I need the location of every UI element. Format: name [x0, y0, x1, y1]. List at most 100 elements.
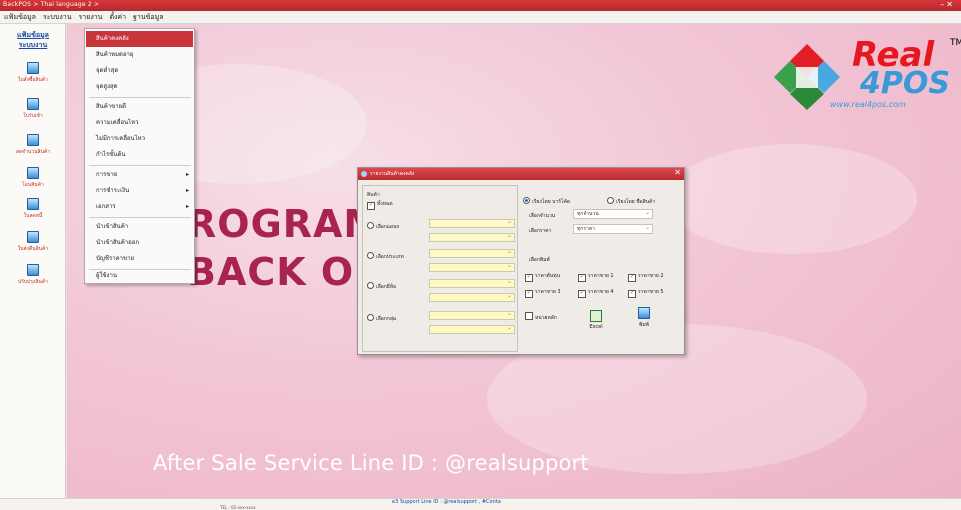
- checkbox-price-1[interactable]: ราคาขาย 1: [578, 272, 614, 282]
- close-icon[interactable]: ✕: [674, 168, 681, 177]
- radio-brand[interactable]: เลือกยี่ห้อ: [367, 282, 396, 291]
- menu-item-no-movement[interactable]: ไม่มีการเคลื่อนไหว: [86, 131, 193, 147]
- menu-item-label: สินค้าคงคลัง: [96, 35, 129, 42]
- menu-report[interactable]: รายงาน: [79, 12, 103, 23]
- radio-label: เรียงโดย บาร์โค้ด: [532, 199, 571, 205]
- adjust-icon: [27, 264, 39, 276]
- product-filter-group: สินค้า ทั้งหมด เลือกแผนก เลือกประเภท เลื…: [362, 185, 518, 352]
- sidebar-item-adjust[interactable]: ปรับปรุงสินค้า: [4, 264, 62, 292]
- quantity-value: ทุกจำนวน: [577, 211, 599, 217]
- sidebar-item-receive[interactable]: ใบรับเข้า: [4, 98, 62, 126]
- status-support-line: e3 Support Line ID : @realsupport , #Con…: [392, 499, 501, 505]
- department-to-select[interactable]: [429, 232, 515, 242]
- menu-item-users[interactable]: ผู้ใช้งาน: [86, 268, 193, 284]
- menu-item-min-point[interactable]: จุดต่ำสุด: [86, 63, 193, 79]
- print-button[interactable]: พิมพ์: [631, 307, 657, 333]
- checkbox-price-5[interactable]: ราคาขาย 5: [628, 288, 664, 298]
- sidebar-header[interactable]: แฟ้มข้อมูล ระบบงาน: [6, 30, 60, 50]
- checkbox-label: ราคาขาย 3: [535, 289, 561, 295]
- menu-item-best-seller[interactable]: สินค้าขายดี: [86, 99, 193, 115]
- checkbox-price-2[interactable]: ราคาขาย 2: [628, 272, 664, 282]
- menu-item-label: จุดสูงสุด: [96, 83, 118, 90]
- excel-button[interactable]: Excel: [583, 310, 609, 336]
- sidebar-item-label: ใบลดหนี้: [23, 213, 43, 219]
- checkbox-label: ราคาขาย 5: [638, 289, 664, 295]
- checkbox-cost-price[interactable]: ราคาต้นทุน: [525, 272, 560, 282]
- reduce-icon: [27, 134, 39, 146]
- price-label: เลือกราคา: [529, 228, 552, 234]
- sidebar-header-system: ระบบงาน: [18, 41, 48, 49]
- group-to-select[interactable]: [429, 324, 515, 334]
- checkbox-label: ราคาขาย 2: [638, 273, 664, 279]
- sidebar-header-file: แฟ้มข้อมูล: [17, 31, 49, 39]
- transfer-icon: [27, 167, 39, 179]
- printer-icon: [638, 307, 650, 319]
- menu-file[interactable]: แฟ้มข้อมูล: [4, 12, 36, 23]
- menu-item-label: จุดต่ำสุด: [96, 67, 119, 74]
- sidebar-item-credit-note[interactable]: ใบลดหนี้: [4, 198, 62, 226]
- menu-item-payment[interactable]: การชำระเงิน ▸: [86, 183, 193, 199]
- menu-item-movement[interactable]: ความเคลื่อนไหว: [86, 115, 193, 131]
- window-controls[interactable]: –✕: [940, 0, 955, 9]
- menu-item-max-point[interactable]: จุดสูงสุด: [86, 79, 193, 95]
- radio-department[interactable]: เลือกแผนก: [367, 222, 399, 231]
- menu-separator: [89, 165, 191, 166]
- price-select[interactable]: ทุกราคา: [573, 224, 653, 234]
- sidebar-item-label: ใบส่งคืนสินค้า: [17, 246, 49, 252]
- price-value: ทุกราคา: [577, 226, 595, 232]
- dialog-title: รายงานสินค้าคงคลัง: [370, 171, 415, 177]
- brand-to-select[interactable]: [429, 292, 515, 302]
- menu-item-price-list[interactable]: บัญชีราคาขาย: [86, 251, 193, 267]
- status-bar: e3 Support Line ID : @realsupport , #Con…: [0, 498, 961, 510]
- checkbox-label: ทั้งหมด: [377, 201, 393, 207]
- sidebar-item-reduce[interactable]: ลดจำนวนสินค้า: [4, 134, 62, 162]
- menu-item-label: สินค้าขายดี: [96, 103, 127, 110]
- type-from-select[interactable]: [429, 248, 515, 258]
- menu-item-sales[interactable]: การขาย ▸: [86, 167, 193, 183]
- radio-label: เลือกแผนก: [376, 224, 400, 230]
- group-from-select[interactable]: [429, 310, 515, 320]
- checkbox-price-4[interactable]: ราคาขาย 4: [578, 288, 614, 298]
- menu-database[interactable]: ฐานข้อมูล: [133, 12, 163, 23]
- radio-type[interactable]: เลือกประเภท: [367, 252, 404, 261]
- menu-item-label: กำไรขั้นต้น: [96, 151, 126, 158]
- sidebar-item-return[interactable]: ใบส่งคืนสินค้า: [4, 231, 62, 259]
- dialog-title-bar: รายงานสินค้าคงคลัง ✕: [358, 168, 684, 180]
- checkbox-main-unit[interactable]: หน่วยหลัก: [525, 312, 557, 322]
- all-products-checkbox[interactable]: ทั้งหมด: [367, 200, 393, 210]
- sort-by-name-radio[interactable]: เรียงโดย ชื่อสินค้า: [607, 197, 655, 206]
- print-options-label: เลือกพิมพ์: [529, 257, 550, 263]
- left-toolbar: แฟ้มข้อมูล ระบบงาน ใบสั่งซื้อสินค้า ใบรั…: [0, 24, 66, 498]
- quantity-select[interactable]: ทุกจำนวน: [573, 209, 653, 219]
- sidebar-item-purchase-order[interactable]: ใบสั่งซื้อสินค้า: [4, 62, 62, 90]
- menu-separator: [89, 217, 191, 218]
- menu-item-export[interactable]: นำเข้าสินค้าออก: [86, 235, 193, 251]
- menu-item-label: ไม่มีการเคลื่อนไหว: [96, 135, 145, 142]
- program-line-2: BACK O: [187, 250, 355, 294]
- menu-item-gross-profit[interactable]: กำไรขั้นต้น: [86, 147, 193, 163]
- menu-item-expired[interactable]: สินค้าหมดอายุ: [86, 47, 193, 63]
- sort-by-barcode-radio[interactable]: เรียงโดย บาร์โค้ด: [523, 197, 570, 206]
- logo-tm: TM: [950, 38, 961, 48]
- document-icon: [27, 62, 39, 74]
- checkbox-price-3[interactable]: ราคาขาย 3: [525, 288, 561, 298]
- excel-icon: [590, 310, 602, 322]
- menu-system[interactable]: ระบบงาน: [43, 12, 72, 23]
- department-from-select[interactable]: [429, 218, 515, 228]
- menu-item-documents[interactable]: เอกสาร ▸: [86, 199, 193, 215]
- sidebar-item-label: ลดจำนวนสินค้า: [15, 149, 51, 155]
- menu-settings[interactable]: ตั้งค่า: [109, 12, 126, 23]
- logo-4pos-text: 4POS: [860, 66, 950, 101]
- menu-item-label: บัญชีราคาขาย: [96, 255, 134, 262]
- dialog-app-icon: [361, 171, 367, 177]
- brand-from-select[interactable]: [429, 278, 515, 288]
- sidebar-item-transfer[interactable]: โอนสินค้า: [4, 167, 62, 195]
- radio-group[interactable]: เลือกกลุ่ม: [367, 314, 396, 323]
- type-to-select[interactable]: [429, 262, 515, 272]
- menu-item-import[interactable]: นำเข้าสินค้า: [86, 219, 193, 235]
- window-title: BackPOS > Thai language 2 >: [3, 1, 100, 8]
- menu-item-label: สินค้าหมดอายุ: [96, 51, 134, 58]
- credit-note-icon: [27, 198, 39, 210]
- checkbox-label: หน่วยหลัก: [535, 315, 557, 321]
- menu-item-stock[interactable]: สินค้าคงคลัง: [86, 31, 193, 47]
